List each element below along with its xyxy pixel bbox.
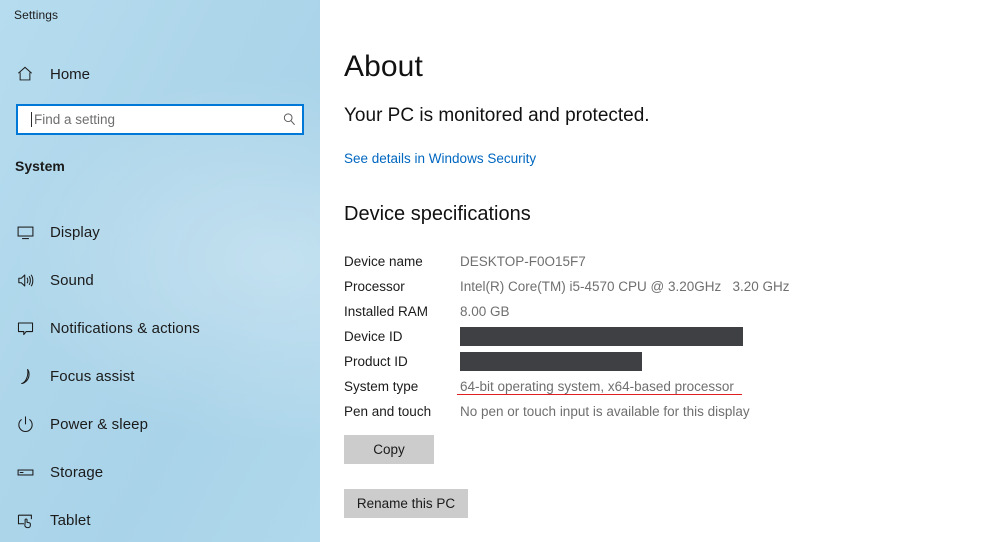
sidebar-item-display-label: Display <box>50 223 100 241</box>
spec-row-processor: Processor Intel(R) Core(TM) i5-4570 CPU … <box>344 274 984 299</box>
window-title: Settings <box>14 8 59 22</box>
protection-status-text: Your PC is monitored and protected. <box>344 105 650 126</box>
redaction-bar-device-id <box>460 327 743 346</box>
sidebar-item-sound-label: Sound <box>50 271 94 289</box>
spec-row-installed-ram: Installed RAM 8.00 GB <box>344 299 984 324</box>
sidebar-nav: Display Sound Notifications & actions Fo… <box>0 208 320 542</box>
spec-label: Pen and touch <box>344 404 432 419</box>
text-caret <box>31 112 32 127</box>
sidebar-item-focus-assist-label: Focus assist <box>50 367 135 385</box>
spec-label: Installed RAM <box>344 304 429 319</box>
search-input[interactable] <box>34 106 276 133</box>
moon-icon <box>14 365 36 387</box>
sidebar-item-notifications[interactable]: Notifications & actions <box>0 304 320 352</box>
redaction-bar-product-id <box>460 352 642 371</box>
sidebar-item-storage-label: Storage <box>50 463 104 481</box>
rename-this-pc-button[interactable]: Rename this PC <box>344 489 468 518</box>
tablet-hand-icon <box>14 509 36 531</box>
sidebar-item-tablet-label: Tablet <box>50 511 91 529</box>
spec-label: Device name <box>344 254 423 269</box>
spec-row-product-id: Product ID <box>344 349 984 374</box>
spec-value: DESKTOP-F0O15F7 <box>460 254 586 269</box>
drive-icon <box>14 461 36 483</box>
search-icon[interactable] <box>276 106 302 133</box>
spec-row-system-type: System type 64-bit operating system, x64… <box>344 374 984 399</box>
sidebar-item-display[interactable]: Display <box>0 208 320 256</box>
spec-label: Processor <box>344 279 405 294</box>
spec-row-device-name: Device name DESKTOP-F0O15F7 <box>344 249 984 274</box>
spec-label: System type <box>344 379 419 394</box>
spec-value: 8.00 GB <box>460 304 510 319</box>
sidebar-group-title: System <box>15 158 65 174</box>
settings-window: Settings Home System <box>0 0 990 542</box>
spec-row-pen-and-touch: Pen and touch No pen or touch input is a… <box>344 399 984 424</box>
sidebar-item-focus-assist[interactable]: Focus assist <box>0 352 320 400</box>
sidebar-item-home[interactable]: Home <box>0 59 320 89</box>
spec-label: Product ID <box>344 354 408 369</box>
sidebar-item-home-label: Home <box>50 65 91 83</box>
spec-value: No pen or touch input is available for t… <box>460 404 750 419</box>
sidebar-item-storage[interactable]: Storage <box>0 448 320 496</box>
search-box[interactable] <box>16 104 304 135</box>
main-content: About Your PC is monitored and protected… <box>320 0 990 542</box>
notification-balloon-icon <box>14 317 36 339</box>
copy-button[interactable]: Copy <box>344 435 434 464</box>
device-specifications-list: Device name DESKTOP-F0O15F7 Processor In… <box>344 249 984 424</box>
windows-security-link[interactable]: See details in Windows Security <box>344 151 536 166</box>
sidebar-item-power-sleep[interactable]: Power & sleep <box>0 400 320 448</box>
spec-label: Device ID <box>344 329 403 344</box>
speaker-icon <box>14 269 36 291</box>
sidebar: Settings Home System <box>0 0 320 542</box>
sidebar-item-tablet[interactable]: Tablet <box>0 496 320 542</box>
sidebar-item-power-sleep-label: Power & sleep <box>50 415 149 433</box>
spec-row-device-id: Device ID <box>344 324 984 349</box>
device-specifications-heading: Device specifications <box>344 203 531 225</box>
power-icon <box>14 413 36 435</box>
spec-value-system-type-highlighted: 64-bit operating system, x64-based proce… <box>457 379 742 395</box>
sidebar-item-notifications-label: Notifications & actions <box>50 319 200 337</box>
monitor-icon <box>14 221 36 243</box>
page-title: About <box>344 50 423 83</box>
spec-value: Intel(R) Core(TM) i5-4570 CPU @ 3.20GHz … <box>460 279 790 294</box>
sidebar-item-sound[interactable]: Sound <box>0 256 320 304</box>
home-icon <box>14 63 36 85</box>
